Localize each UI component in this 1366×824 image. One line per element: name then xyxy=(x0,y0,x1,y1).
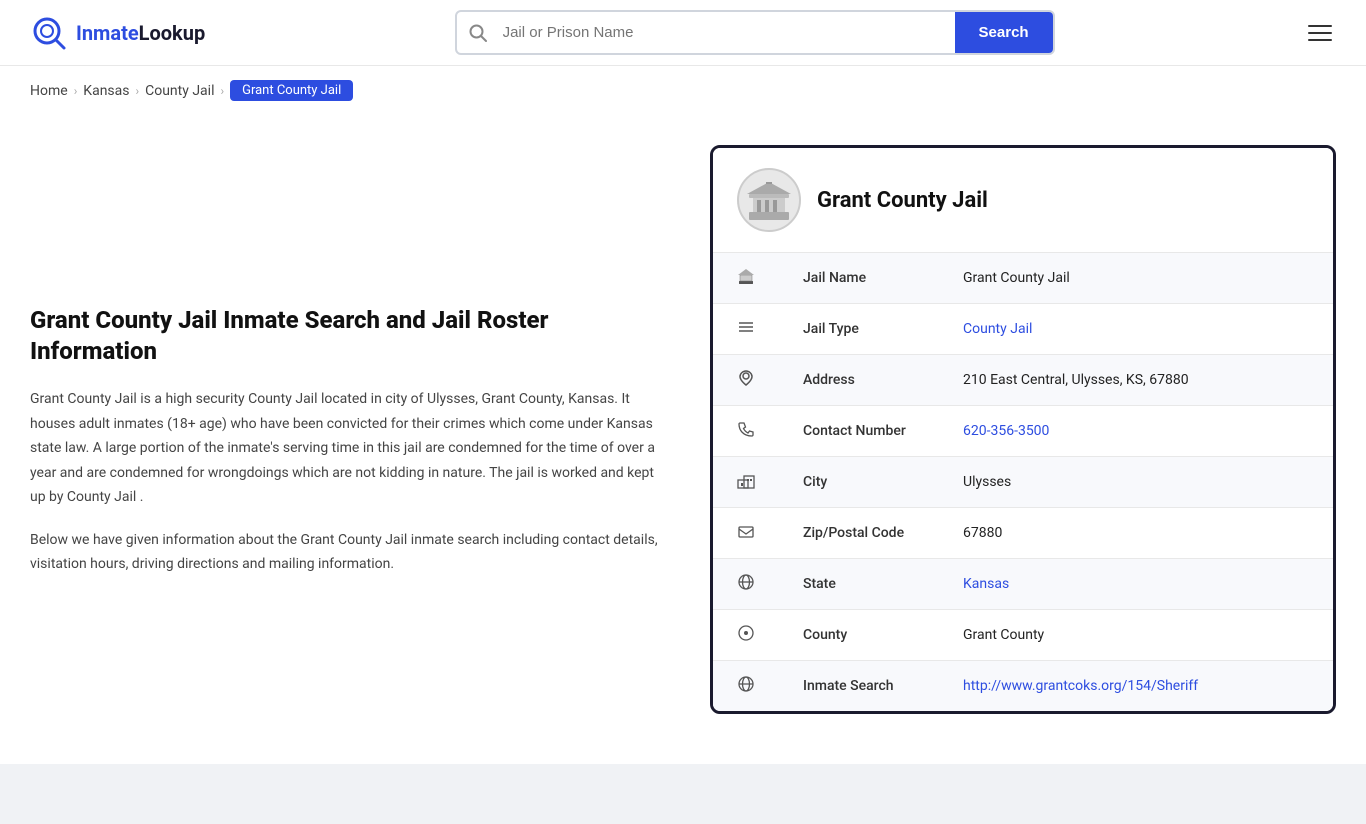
row-label: Address xyxy=(779,355,939,406)
type-icon xyxy=(713,304,779,355)
left-column: Grant County Jail Inmate Search and Jail… xyxy=(30,145,670,714)
logo-icon xyxy=(30,14,68,52)
table-row: Address210 East Central, Ulysses, KS, 67… xyxy=(713,355,1333,406)
row-label: Inmate Search xyxy=(779,661,939,712)
table-row: Inmate Search http://www.grantcoks.org/15… xyxy=(713,661,1333,712)
search-icon xyxy=(457,24,499,42)
breadcrumb-type[interactable]: County Jail xyxy=(145,83,214,99)
search-bar: Search xyxy=(455,10,1055,55)
breadcrumb-current: Grant County Jail xyxy=(230,80,353,101)
info-card-title: Grant County Jail xyxy=(817,188,988,213)
web-icon xyxy=(713,661,779,712)
description-para-1: Grant County Jail is a high security Cou… xyxy=(30,387,670,510)
row-label: Jail Name xyxy=(779,253,939,304)
info-table: Jail NameGrant County JailJail Type Count… xyxy=(713,253,1333,711)
breadcrumb: Home › Kansas › County Jail › Grant Coun… xyxy=(0,66,1366,115)
description-para-2: Below we have given information about th… xyxy=(30,528,670,577)
row-value[interactable]: http://www.grantcoks.org/154/Sheriff xyxy=(939,661,1333,712)
breadcrumb-home[interactable]: Home xyxy=(30,83,68,99)
right-column: Grant County Jail Jail NameGrant County … xyxy=(710,145,1336,714)
row-value: 67880 xyxy=(939,508,1333,559)
table-row: Jail Type County Jail xyxy=(713,304,1333,355)
row-link[interactable]: 620-356-3500 xyxy=(963,423,1049,439)
breadcrumb-sep-3: › xyxy=(220,84,224,98)
table-row: CountyGrant County xyxy=(713,610,1333,661)
row-label: Contact Number xyxy=(779,406,939,457)
logo-link[interactable]: InmateLookup xyxy=(30,14,205,52)
phone-icon xyxy=(713,406,779,457)
search-button[interactable]: Search xyxy=(955,12,1053,53)
breadcrumb-sep-2: › xyxy=(136,84,140,98)
row-value: Grant County xyxy=(939,610,1333,661)
footer-bar xyxy=(0,764,1366,824)
row-link[interactable]: County Jail xyxy=(963,321,1032,337)
row-label: State xyxy=(779,559,939,610)
row-value: 210 East Central, Ulysses, KS, 67880 xyxy=(939,355,1333,406)
logo-text: InmateLookup xyxy=(76,21,205,45)
search-input[interactable] xyxy=(499,14,955,51)
main-content: Grant County Jail Inmate Search and Jail… xyxy=(0,115,1366,744)
hamburger-menu-button[interactable] xyxy=(1304,21,1336,45)
table-row: Zip/Postal Code67880 xyxy=(713,508,1333,559)
location-icon xyxy=(713,355,779,406)
row-label: City xyxy=(779,457,939,508)
row-value[interactable]: 620-356-3500 xyxy=(939,406,1333,457)
row-value: Grant County Jail xyxy=(939,253,1333,304)
table-row: CityUlysses xyxy=(713,457,1333,508)
city-icon xyxy=(713,457,779,508)
state-icon xyxy=(713,559,779,610)
courthouse-icon xyxy=(745,176,793,224)
breadcrumb-sep-1: › xyxy=(74,84,78,98)
row-label: Jail Type xyxy=(779,304,939,355)
table-row: State Kansas xyxy=(713,559,1333,610)
jail-avatar xyxy=(737,168,801,232)
site-header: InmateLookup Search xyxy=(0,0,1366,66)
table-row: Contact Number 620-356-3500 xyxy=(713,406,1333,457)
row-link[interactable]: http://www.grantcoks.org/154/Sheriff xyxy=(963,678,1198,694)
row-value: Ulysses xyxy=(939,457,1333,508)
row-value[interactable]: Kansas xyxy=(939,559,1333,610)
page-heading: Grant County Jail Inmate Search and Jail… xyxy=(30,305,670,367)
row-label: Zip/Postal Code xyxy=(779,508,939,559)
info-card-header: Grant County Jail xyxy=(713,148,1333,253)
row-value[interactable]: County Jail xyxy=(939,304,1333,355)
row-label: County xyxy=(779,610,939,661)
row-link[interactable]: Kansas xyxy=(963,576,1009,592)
zip-icon xyxy=(713,508,779,559)
info-card: Grant County Jail Jail NameGrant County … xyxy=(710,145,1336,714)
table-row: Jail NameGrant County Jail xyxy=(713,253,1333,304)
jail-icon xyxy=(713,253,779,304)
breadcrumb-state[interactable]: Kansas xyxy=(83,83,129,99)
county-icon xyxy=(713,610,779,661)
